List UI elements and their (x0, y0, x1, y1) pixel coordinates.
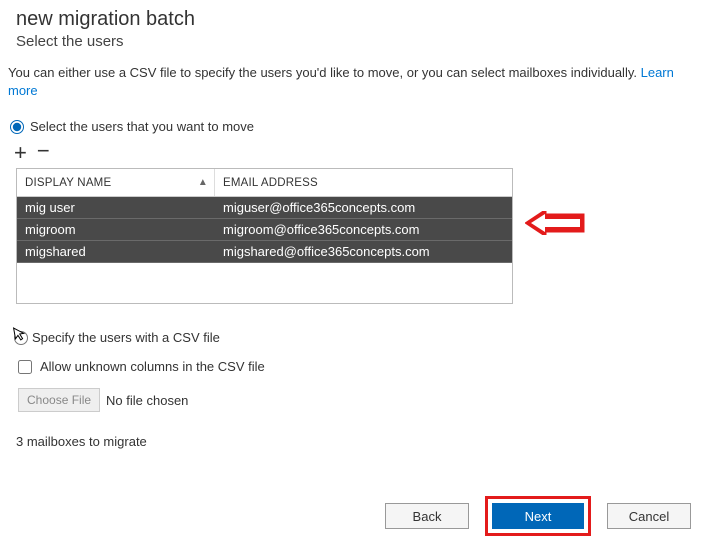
grid-toolbar: + − (0, 140, 715, 168)
option-allow-unknown-checkbox[interactable] (18, 360, 32, 374)
cell-display-name: mig user (17, 200, 215, 215)
add-icon[interactable]: + (14, 142, 27, 164)
page-subtitle: Select the users (0, 31, 715, 60)
mailbox-count: 3 mailboxes to migrate (0, 412, 715, 449)
grid-empty-area (17, 263, 512, 303)
file-status-text: No file chosen (106, 393, 188, 408)
column-display-name[interactable]: DISPLAY NAME ▲ (17, 169, 215, 196)
wizard-button-bar: Back Next Cancel (385, 496, 691, 536)
cell-email: migroom@office365concepts.com (215, 222, 512, 237)
cell-email: migshared@office365concepts.com (215, 244, 512, 259)
grid-header-row: DISPLAY NAME ▲ EMAIL ADDRESS (17, 169, 512, 197)
description-text: You can either use a CSV file to specify… (0, 60, 715, 99)
column-email[interactable]: EMAIL ADDRESS (215, 177, 512, 189)
choose-file-button[interactable]: Choose File (18, 388, 100, 412)
option-specify-csv[interactable]: Specify the users with a CSV file (0, 304, 715, 345)
users-grid: DISPLAY NAME ▲ EMAIL ADDRESS mig user mi… (16, 168, 513, 304)
annotation-highlight-next: Next (485, 496, 591, 536)
file-picker-row: Choose File No file chosen (0, 374, 715, 412)
remove-icon[interactable]: − (37, 140, 50, 162)
annotation-arrow-icon (525, 211, 585, 235)
back-button[interactable]: Back (385, 503, 469, 529)
next-button[interactable]: Next (492, 503, 584, 529)
table-row[interactable]: migroom migroom@office365concepts.com (17, 219, 512, 241)
cell-email: miguser@office365concepts.com (215, 200, 512, 215)
option-select-users-radio[interactable] (10, 120, 24, 134)
option-allow-unknown-label: Allow unknown columns in the CSV file (40, 359, 265, 374)
cell-display-name: migroom (17, 222, 215, 237)
option-specify-csv-label: Specify the users with a CSV file (32, 330, 220, 345)
option-select-users-label: Select the users that you want to move (30, 119, 254, 134)
cancel-button[interactable]: Cancel (607, 503, 691, 529)
cell-display-name: migshared (17, 244, 215, 259)
description-body: You can either use a CSV file to specify… (8, 65, 637, 80)
page-title: new migration batch (0, 0, 715, 31)
column-display-name-label: DISPLAY NAME (25, 177, 111, 189)
option-allow-unknown[interactable]: Allow unknown columns in the CSV file (0, 345, 715, 374)
sort-asc-icon[interactable]: ▲ (198, 177, 214, 188)
option-select-users[interactable]: Select the users that you want to move (0, 99, 715, 140)
table-row[interactable]: migshared migshared@office365concepts.co… (17, 241, 512, 263)
table-row[interactable]: mig user miguser@office365concepts.com (17, 197, 512, 219)
